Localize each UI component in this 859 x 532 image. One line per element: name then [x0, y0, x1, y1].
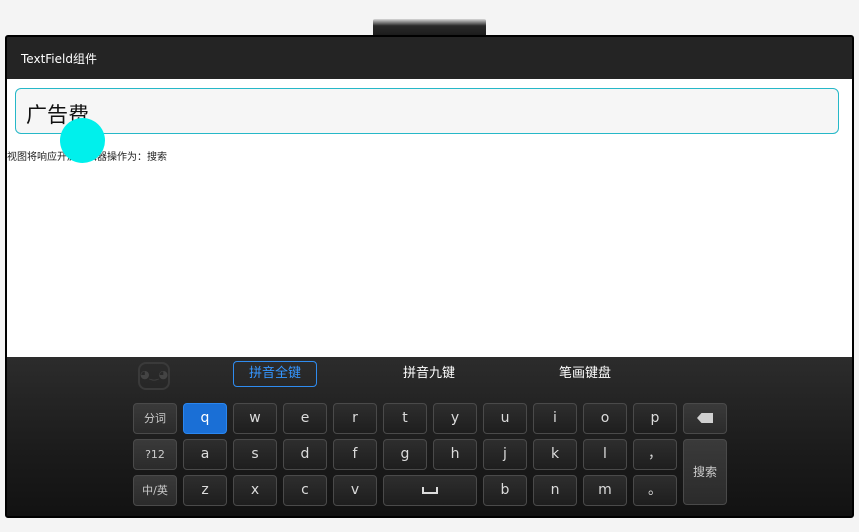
key-g[interactable]: g — [383, 439, 427, 470]
key-language-switch[interactable]: 中/英 — [133, 475, 177, 506]
key-j[interactable]: j — [483, 439, 527, 470]
key-u[interactable]: u — [483, 403, 527, 434]
key-z[interactable]: z — [183, 475, 227, 506]
key-w[interactable]: w — [233, 403, 277, 434]
mode-tab-pinyin-nine[interactable]: 拼音九键 — [387, 361, 471, 387]
key-d[interactable]: d — [283, 439, 327, 470]
key-s[interactable]: s — [233, 439, 277, 470]
soft-keyboard: ◕‿◕ 拼音全键 拼音九键 笔画键盘 分词 q w e r t y u i o … — [7, 357, 852, 516]
text-input-field[interactable]: 广告费 — [15, 88, 839, 134]
key-h[interactable]: h — [433, 439, 477, 470]
key-v[interactable]: v — [333, 475, 377, 506]
mode-tab-stroke[interactable]: 笔画键盘 — [543, 361, 627, 387]
key-y[interactable]: y — [433, 403, 477, 434]
key-f[interactable]: f — [333, 439, 377, 470]
backspace-icon — [697, 413, 713, 423]
key-t[interactable]: t — [383, 403, 427, 434]
key-l[interactable]: l — [583, 439, 627, 470]
key-q[interactable]: q — [183, 403, 227, 434]
keyboard-logo-icon: ◕‿◕ — [138, 362, 170, 390]
key-search[interactable]: 搜索 — [683, 439, 727, 505]
key-c[interactable]: c — [283, 475, 327, 506]
key-segment[interactable]: 分词 — [133, 403, 177, 434]
key-backspace[interactable] — [683, 403, 727, 434]
device-screen: TextField组件 广告费 视图将响应开启编辑器操作为：搜索 ◕‿◕ 拼音全… — [5, 35, 854, 518]
key-r[interactable]: r — [333, 403, 377, 434]
key-k[interactable]: k — [533, 439, 577, 470]
key-a[interactable]: a — [183, 439, 227, 470]
key-n[interactable]: n — [533, 475, 577, 506]
main-content: 广告费 视图将响应开启编辑器操作为：搜索 — [7, 79, 852, 357]
app-title: TextField组件 — [21, 52, 97, 66]
key-o[interactable]: o — [583, 403, 627, 434]
space-icon — [422, 486, 438, 494]
key-space[interactable] — [383, 475, 477, 506]
device-camera — [373, 19, 486, 36]
key-period[interactable]: 。 — [633, 475, 677, 506]
key-comma[interactable]: ， — [633, 439, 677, 470]
app-title-bar: TextField组件 — [7, 37, 852, 79]
key-x[interactable]: x — [233, 475, 277, 506]
key-b[interactable]: b — [483, 475, 527, 506]
key-numbers[interactable]: ?12 — [133, 439, 177, 470]
touch-indicator — [60, 118, 105, 163]
key-m[interactable]: m — [583, 475, 627, 506]
key-e[interactable]: e — [283, 403, 327, 434]
key-p[interactable]: p — [633, 403, 677, 434]
mode-tab-pinyin-full[interactable]: 拼音全键 — [233, 361, 317, 387]
key-i[interactable]: i — [533, 403, 577, 434]
